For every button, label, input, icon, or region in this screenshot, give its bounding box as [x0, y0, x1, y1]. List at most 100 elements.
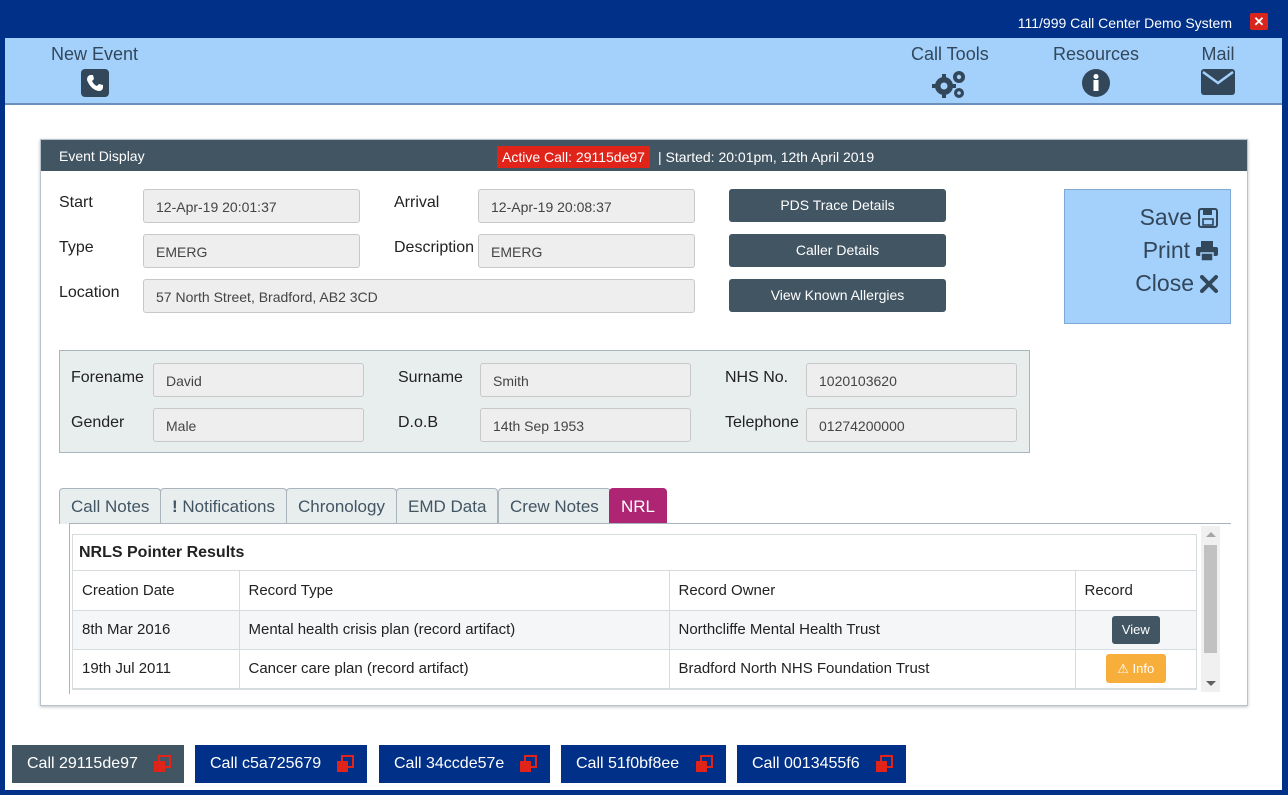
column-header: Record Type: [239, 571, 670, 611]
call-tab-0013455f6[interactable]: Call 0013455f6: [737, 745, 906, 783]
print-label: Print: [1142, 237, 1190, 263]
resources-button[interactable]: Resources: [1053, 44, 1139, 102]
actions-box: Save Print Close: [1064, 189, 1231, 324]
surname-label: Surname: [398, 369, 463, 386]
new-event-label: New Event: [51, 44, 139, 64]
close-label: Close: [1135, 270, 1194, 296]
close-icon: [1200, 274, 1218, 293]
save-button[interactable]: Save: [1140, 204, 1218, 231]
popout-icon: [337, 755, 354, 772]
table-row: 19th Jul 2011 Cancer care plan (record a…: [73, 649, 1196, 689]
toolbar: New Event Call Tools Resources Mail: [5, 38, 1282, 105]
call-tools-label: Call Tools: [911, 44, 989, 64]
cell-creation-date: 8th Mar 2016: [73, 610, 240, 650]
arrival-label: Arrival: [394, 194, 440, 211]
pds-trace-button[interactable]: PDS Trace Details: [729, 189, 946, 222]
type-field[interactable]: EMERG: [143, 234, 360, 268]
mail-button[interactable]: Mail: [1201, 44, 1235, 100]
cell-record-owner: Northcliffe Mental Health Trust: [669, 610, 1076, 650]
popout-icon: [520, 755, 537, 772]
popout-icon: [154, 755, 171, 772]
new-event-button[interactable]: New Event: [51, 44, 138, 102]
view-allergies-button[interactable]: View Known Allergies: [729, 279, 946, 312]
scroll-thumb[interactable]: [1204, 545, 1217, 653]
tab-notifications-label: Notifications: [182, 497, 276, 516]
cell-creation-date: 19th Jul 2011: [73, 649, 240, 689]
telephone-field[interactable]: 01274200000: [806, 408, 1017, 442]
gender-field[interactable]: Male: [153, 408, 364, 442]
call-tab-label: Call 34ccde57e: [394, 755, 505, 772]
mail-label: Mail: [1201, 44, 1235, 64]
call-tools-button[interactable]: Call Tools: [911, 44, 989, 104]
column-header: Record Owner: [669, 571, 1076, 611]
call-tab-label: Call 51f0bf8ee: [576, 755, 680, 772]
forename-field[interactable]: David: [153, 363, 364, 397]
event-display-panel: Event Display Active Call: 29115de97 | S…: [40, 139, 1248, 706]
tab-call-notes[interactable]: Call Notes: [59, 488, 162, 524]
print-button[interactable]: Print: [1143, 237, 1218, 264]
dob-field[interactable]: 14th Sep 1953: [480, 408, 691, 442]
info-icon: [1082, 69, 1111, 102]
location-field[interactable]: 57 North Street, Bradford, AB2 3CD: [143, 279, 695, 313]
floppy-icon: [1198, 207, 1218, 228]
gender-label: Gender: [71, 414, 125, 431]
table-row: 8th Mar 2016 Mental health crisis plan (…: [73, 610, 1196, 650]
caller-details-button[interactable]: Caller Details: [729, 234, 946, 267]
panel-title: Event Display: [59, 148, 145, 164]
call-tab-c5a725679[interactable]: Call c5a725679: [195, 745, 367, 783]
description-field[interactable]: EMERG: [478, 234, 695, 268]
column-header: Creation Date: [73, 571, 240, 611]
save-label: Save: [1139, 204, 1192, 230]
results-table: Creation Date Record Type Record Owner R…: [73, 571, 1196, 689]
type-label: Type: [59, 239, 94, 256]
results-scrollbar[interactable]: [1201, 526, 1220, 692]
envelope-icon: [1201, 69, 1235, 100]
tab-chronology[interactable]: Chronology: [286, 488, 397, 524]
nrl-results-pane: NRLS Pointer Results Creation Date Recor…: [69, 524, 1231, 694]
arrival-field[interactable]: 12-Apr-19 20:08:37: [478, 189, 695, 223]
cell-record: ⚠ Info: [1075, 649, 1196, 689]
app-window: 111/999 Call Center Demo System ✕ New Ev…: [3, 3, 1284, 792]
tab-emd-data[interactable]: EMD Data: [396, 488, 499, 524]
info-button-label: Info: [1132, 661, 1155, 676]
call-tab-label: Call 0013455f6: [752, 755, 860, 772]
cell-record-type: Mental health crisis plan (record artifa…: [239, 610, 670, 650]
warning-icon: ⚠: [1117, 661, 1129, 676]
call-tab-29115de97[interactable]: Call 29115de97: [12, 745, 184, 783]
call-tab-34ccde57e[interactable]: Call 34ccde57e: [379, 745, 550, 783]
tab-nrl[interactable]: NRL: [609, 488, 668, 524]
popout-icon: [876, 755, 893, 772]
scroll-up-icon[interactable]: [1206, 532, 1216, 537]
nrls-results: NRLS Pointer Results Creation Date Recor…: [72, 534, 1197, 690]
cell-record-owner: Bradford North NHS Foundation Trust: [669, 649, 1076, 689]
cell-record-type: Cancer care plan (record artifact): [239, 649, 670, 689]
tab-crew-notes[interactable]: Crew Notes: [498, 488, 611, 524]
title-bar: 111/999 Call Center Demo System ✕: [5, 5, 1282, 38]
close-button[interactable]: Close: [1135, 270, 1218, 297]
started-text: | Started: 20:01pm, 12th April 2019: [658, 149, 875, 165]
call-tab-51f0bf8ee[interactable]: Call 51f0bf8ee: [561, 745, 726, 783]
start-label: Start: [59, 194, 93, 211]
exclamation-icon: !: [172, 497, 178, 516]
phone-icon: [80, 69, 109, 102]
telephone-label: Telephone: [725, 414, 799, 431]
call-tab-label: Call 29115de97: [27, 755, 138, 772]
active-call-badge: Active Call: 29115de97: [497, 146, 650, 168]
start-field[interactable]: 12-Apr-19 20:01:37: [143, 189, 360, 223]
popout-icon: [696, 755, 713, 772]
tab-notifications[interactable]: ! Notifications: [160, 488, 288, 524]
description-label: Description: [394, 239, 475, 256]
dob-label: D.o.B: [398, 414, 439, 431]
surname-field[interactable]: Smith: [480, 363, 691, 397]
scroll-down-icon[interactable]: [1206, 681, 1216, 686]
call-tab-label: Call c5a725679: [210, 755, 322, 772]
nhs-number-label: NHS No.: [725, 369, 789, 386]
nhs-number-field[interactable]: 1020103620: [806, 363, 1017, 397]
app-title: 111/999 Call Center Demo System: [1017, 15, 1232, 31]
window-close-icon[interactable]: ✕: [1250, 13, 1268, 30]
gears-icon: [931, 69, 968, 104]
view-button[interactable]: View: [1111, 615, 1160, 644]
column-header: Record: [1075, 571, 1196, 611]
info-button[interactable]: ⚠ Info: [1105, 654, 1166, 683]
printer-icon: [1196, 240, 1218, 261]
